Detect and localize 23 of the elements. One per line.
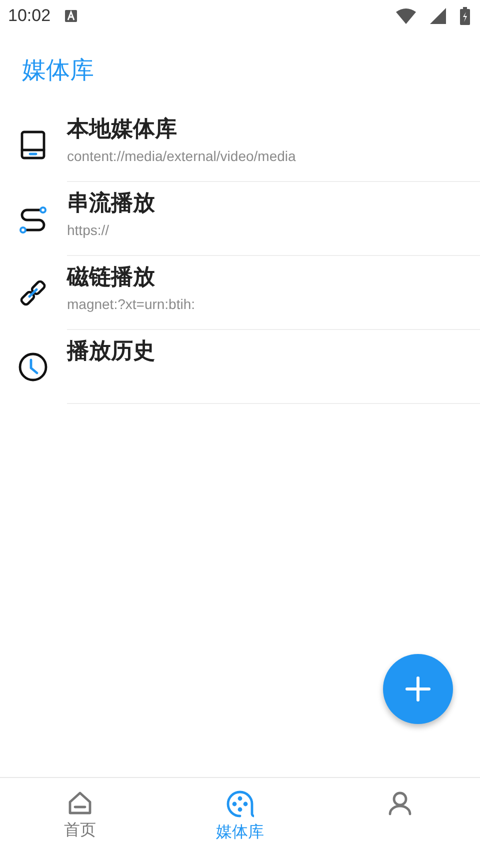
item-title[interactable]: 本地媒体库: [67, 114, 177, 144]
item-subtitle: https://: [67, 222, 110, 238]
item-title[interactable]: 播放历史: [67, 336, 155, 366]
nav-tab[interactable]: 首页: [0, 778, 160, 854]
app-title: 媒体库: [22, 55, 94, 86]
item-title[interactable]: 磁链播放: [67, 262, 155, 292]
signal-icon: [430, 8, 446, 24]
clock-icon: [18, 352, 48, 382]
link-icon: [18, 278, 48, 308]
plus-icon: [405, 676, 431, 702]
item-subtitle: magnet:?xt=urn:btih:: [67, 296, 196, 312]
drive-icon: [20, 130, 46, 160]
battery-icon: [460, 7, 470, 25]
home-icon: [67, 790, 93, 816]
item-subtitle: content://media/external/video/media: [67, 148, 296, 164]
status-time: 10:02: [8, 6, 51, 26]
wifi-icon: [396, 8, 416, 24]
film-reel-icon: [226, 790, 254, 818]
item-title[interactable]: 串流播放: [67, 188, 155, 218]
add-button[interactable]: [383, 654, 453, 724]
person-icon: [387, 790, 413, 816]
route-icon: [18, 204, 48, 234]
notification-icon: [64, 10, 77, 22]
